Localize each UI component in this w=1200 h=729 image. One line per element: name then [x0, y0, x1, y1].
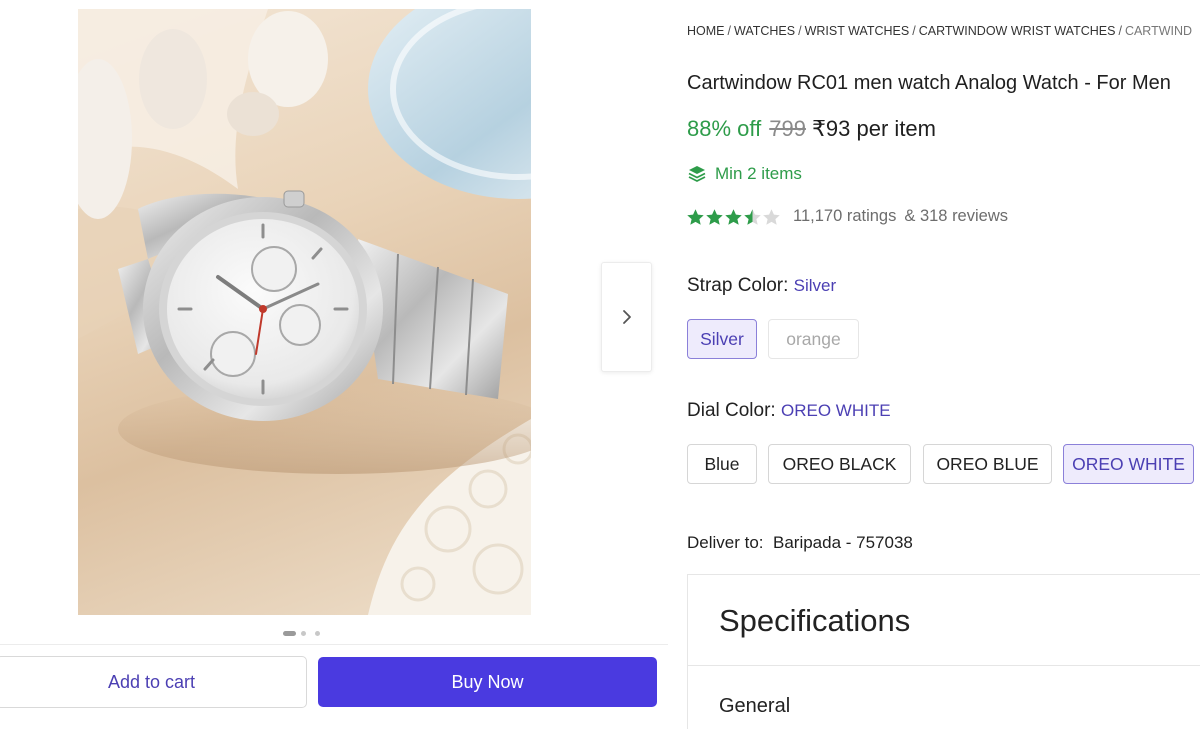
carousel-dot[interactable]: [315, 631, 320, 636]
star-icon: [744, 208, 761, 225]
strap-color-selected: Silver: [793, 276, 837, 295]
specifications-general-heading[interactable]: General: [719, 695, 790, 718]
breadcrumb-cartwindow-wrist-watches[interactable]: CARTWINDOW WRIST WATCHES: [919, 24, 1116, 38]
price-row: 88% off 799 ₹93 per item: [687, 116, 936, 142]
star-rating: [686, 208, 781, 226]
add-to-cart-button[interactable]: Add to cart: [0, 656, 307, 708]
specifications-divider: [688, 665, 1200, 666]
breadcrumb-current: CARTWIND: [1124, 24, 1193, 38]
dial-option-oreo-blue[interactable]: OREO BLUE: [923, 444, 1052, 484]
next-image-button[interactable]: [601, 262, 652, 372]
carousel-dot[interactable]: [301, 631, 306, 636]
star-icon: [725, 208, 742, 225]
breadcrumb-home[interactable]: HOME: [687, 24, 725, 38]
chevron-right-icon: [622, 310, 631, 324]
mrp-price: 799: [769, 116, 806, 141]
product-image[interactable]: [78, 9, 531, 615]
star-icon: [763, 208, 780, 225]
strap-color-heading: Strap Color:: [687, 275, 789, 296]
strap-option-silver[interactable]: Silver: [687, 319, 757, 359]
ratings-count: 11,170 ratings: [793, 207, 897, 225]
breadcrumb-watches[interactable]: WATCHES: [734, 24, 795, 38]
carousel-dot-active[interactable]: [283, 631, 296, 636]
buy-now-button[interactable]: Buy Now: [318, 657, 657, 707]
discount-percent: 88% off: [687, 116, 762, 141]
selling-price: ₹93 per item: [811, 116, 936, 141]
breadcrumb-wrist-watches[interactable]: WRIST WATCHES: [805, 24, 910, 38]
dial-color-heading: Dial Color:: [687, 400, 776, 421]
dial-option-oreo-black[interactable]: OREO BLACK: [768, 444, 911, 484]
strap-color-label: Strap Color: Silver: [687, 275, 836, 297]
specifications-title: Specifications: [719, 603, 911, 638]
carousel-dots: [283, 630, 325, 638]
product-title: Cartwindow RC01 men watch Analog Watch -…: [687, 72, 1171, 94]
specifications-panel: Specifications General: [687, 574, 1200, 729]
dial-color-label: Dial Color: OREO WHITE: [687, 400, 891, 422]
reviews-count: & 318 reviews: [904, 207, 1008, 225]
rating-row[interactable]: 11,170 ratings & 318 reviews: [686, 207, 1008, 226]
dial-color-selected: OREO WHITE: [780, 401, 891, 420]
deliver-location: Baripada - 757038: [772, 533, 913, 552]
dial-option-blue[interactable]: Blue: [687, 444, 757, 484]
breadcrumb: HOME / WATCHES / WRIST WATCHES / CARTWINDOW WR…: [687, 24, 1193, 38]
watch-photo: [78, 9, 531, 615]
delivery-info[interactable]: Deliver to: Baripada - 757038: [687, 533, 913, 553]
strap-option-orange[interactable]: orange: [768, 319, 859, 359]
dial-option-oreo-white[interactable]: OREO WHITE: [1063, 444, 1194, 484]
deliver-to-label: Deliver to:: [687, 533, 764, 552]
min-items-badge: Min 2 items: [687, 164, 802, 184]
star-icon: [687, 208, 704, 225]
layers-icon: [688, 166, 706, 182]
min-items-text: Min 2 items: [715, 164, 802, 183]
star-icon: [706, 208, 723, 225]
